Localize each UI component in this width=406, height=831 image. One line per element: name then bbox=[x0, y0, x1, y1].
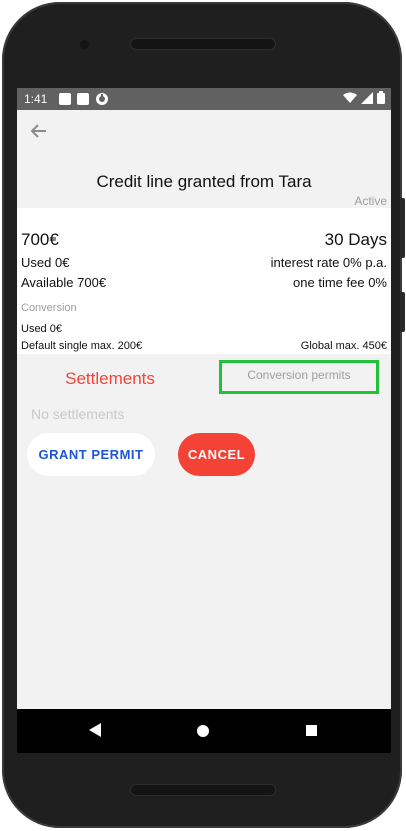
status-bar: 1:41 bbox=[17, 88, 391, 110]
tab-settlements[interactable]: Settlements bbox=[17, 369, 203, 389]
cancel-button[interactable]: CANCEL bbox=[178, 433, 255, 476]
credit-line-card: 700€ 30 Days Used 0€ interest rate 0% p.… bbox=[17, 208, 391, 354]
status-time: 1:41 bbox=[24, 92, 48, 106]
interest-rate: interest rate 0% p.a. bbox=[270, 255, 387, 270]
signal-icon bbox=[361, 91, 373, 109]
nav-back-icon[interactable] bbox=[89, 723, 101, 742]
grant-permit-button[interactable]: GRANT PERMIT bbox=[27, 433, 155, 476]
notification-icon bbox=[77, 93, 89, 105]
camera bbox=[80, 40, 89, 49]
used-amount: Used 0€ bbox=[21, 255, 70, 270]
conversion-label: Conversion bbox=[21, 302, 77, 314]
credit-amount: 700€ bbox=[21, 230, 59, 249]
tab-conversion-permits[interactable]: Conversion permits bbox=[219, 360, 379, 394]
sync-icon bbox=[95, 92, 109, 111]
volume-button bbox=[400, 198, 405, 258]
phone-frame: 1:41 Credit line granted from Tara Activ… bbox=[2, 2, 405, 828]
status-badge: Active bbox=[354, 194, 387, 208]
navigation-bar bbox=[17, 709, 391, 753]
screen: 1:41 Credit line granted from Tara Activ… bbox=[17, 88, 391, 753]
conversion-used: Used 0€ bbox=[21, 323, 62, 335]
page-title: Credit line granted from Tara bbox=[96, 172, 312, 191]
wifi-icon bbox=[343, 91, 357, 109]
power-button bbox=[400, 292, 405, 332]
single-max: Default single max. 200€ bbox=[21, 340, 143, 352]
one-time-fee: one time fee 0% bbox=[293, 275, 387, 290]
earpiece-speaker bbox=[130, 38, 276, 50]
nav-home-icon[interactable] bbox=[197, 725, 209, 737]
available-amount: Available 700€ bbox=[21, 275, 107, 290]
back-arrow-icon[interactable] bbox=[27, 120, 51, 142]
empty-state-text: No settlements bbox=[31, 406, 125, 422]
battery-icon bbox=[377, 91, 385, 109]
notification-icon bbox=[59, 93, 71, 105]
app-bar: Credit line granted from Tara Active bbox=[17, 110, 391, 208]
bottom-speaker bbox=[130, 784, 276, 796]
global-max: Global max. 450€ bbox=[300, 340, 387, 352]
nav-recents-icon[interactable] bbox=[306, 725, 317, 736]
credit-duration: 30 Days bbox=[324, 230, 387, 249]
